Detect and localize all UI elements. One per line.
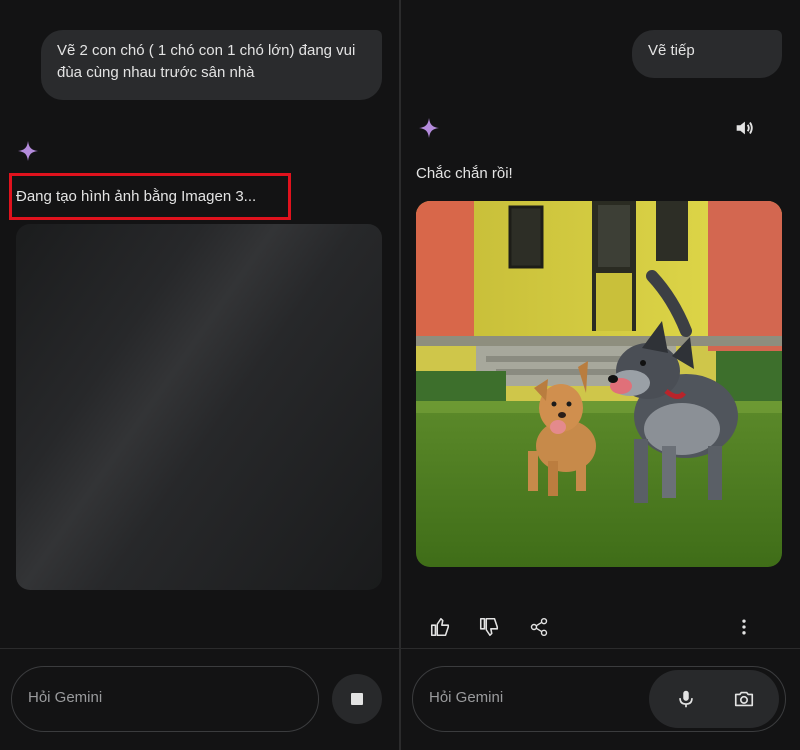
prompt-input-placeholder: Hỏi Gemini	[429, 689, 504, 706]
thumbs-down-icon	[479, 617, 499, 637]
footer-divider	[0, 648, 399, 649]
gemini-spark-icon	[419, 118, 439, 138]
mic-button[interactable]	[671, 684, 701, 714]
user-message-bubble: Vẽ 2 con chó ( 1 chó con 1 chó lớn) đang…	[41, 30, 382, 100]
camera-icon	[734, 691, 754, 707]
speaker-icon	[736, 121, 753, 135]
stop-generation-button[interactable]	[332, 674, 382, 724]
thumbs-down-button[interactable]	[474, 612, 504, 642]
thumbs-up-button[interactable]	[425, 612, 455, 642]
more-options-button[interactable]	[729, 612, 759, 642]
footer-divider	[401, 648, 800, 649]
prompt-input-placeholder: Hỏi Gemini	[28, 689, 103, 706]
stop-square-icon	[351, 693, 363, 705]
generated-image-svg	[416, 201, 782, 567]
image-generating-status: Đang tạo hình ảnh bằng Imagen 3...	[16, 188, 257, 205]
share-icon	[530, 617, 548, 637]
generated-dog-image[interactable]	[416, 201, 782, 567]
share-button[interactable]	[524, 612, 554, 642]
right-chat-panel: Vẽ tiếp Chắc chắn rồi! Hỏi Gemini	[401, 0, 800, 750]
prompt-input-bar[interactable]: Hỏi Gemini	[11, 666, 319, 732]
user-message-bubble: Vẽ tiếp	[632, 30, 782, 78]
thumbs-up-icon	[430, 617, 450, 637]
response-text: Chắc chắn rồi!	[416, 165, 513, 182]
speaker-button[interactable]	[729, 113, 759, 143]
camera-button[interactable]	[729, 684, 759, 714]
image-loading-placeholder	[16, 224, 382, 590]
gemini-spark-icon	[18, 141, 38, 161]
mic-icon	[679, 690, 693, 708]
mic-camera-group	[649, 670, 779, 728]
user-message-text: Vẽ tiếp	[648, 42, 695, 59]
more-vert-icon	[742, 619, 746, 635]
left-chat-panel: Vẽ 2 con chó ( 1 chó con 1 chó lớn) đang…	[0, 0, 399, 750]
user-message-text: Vẽ 2 con chó ( 1 chó con 1 chó lớn) đang…	[57, 42, 356, 81]
